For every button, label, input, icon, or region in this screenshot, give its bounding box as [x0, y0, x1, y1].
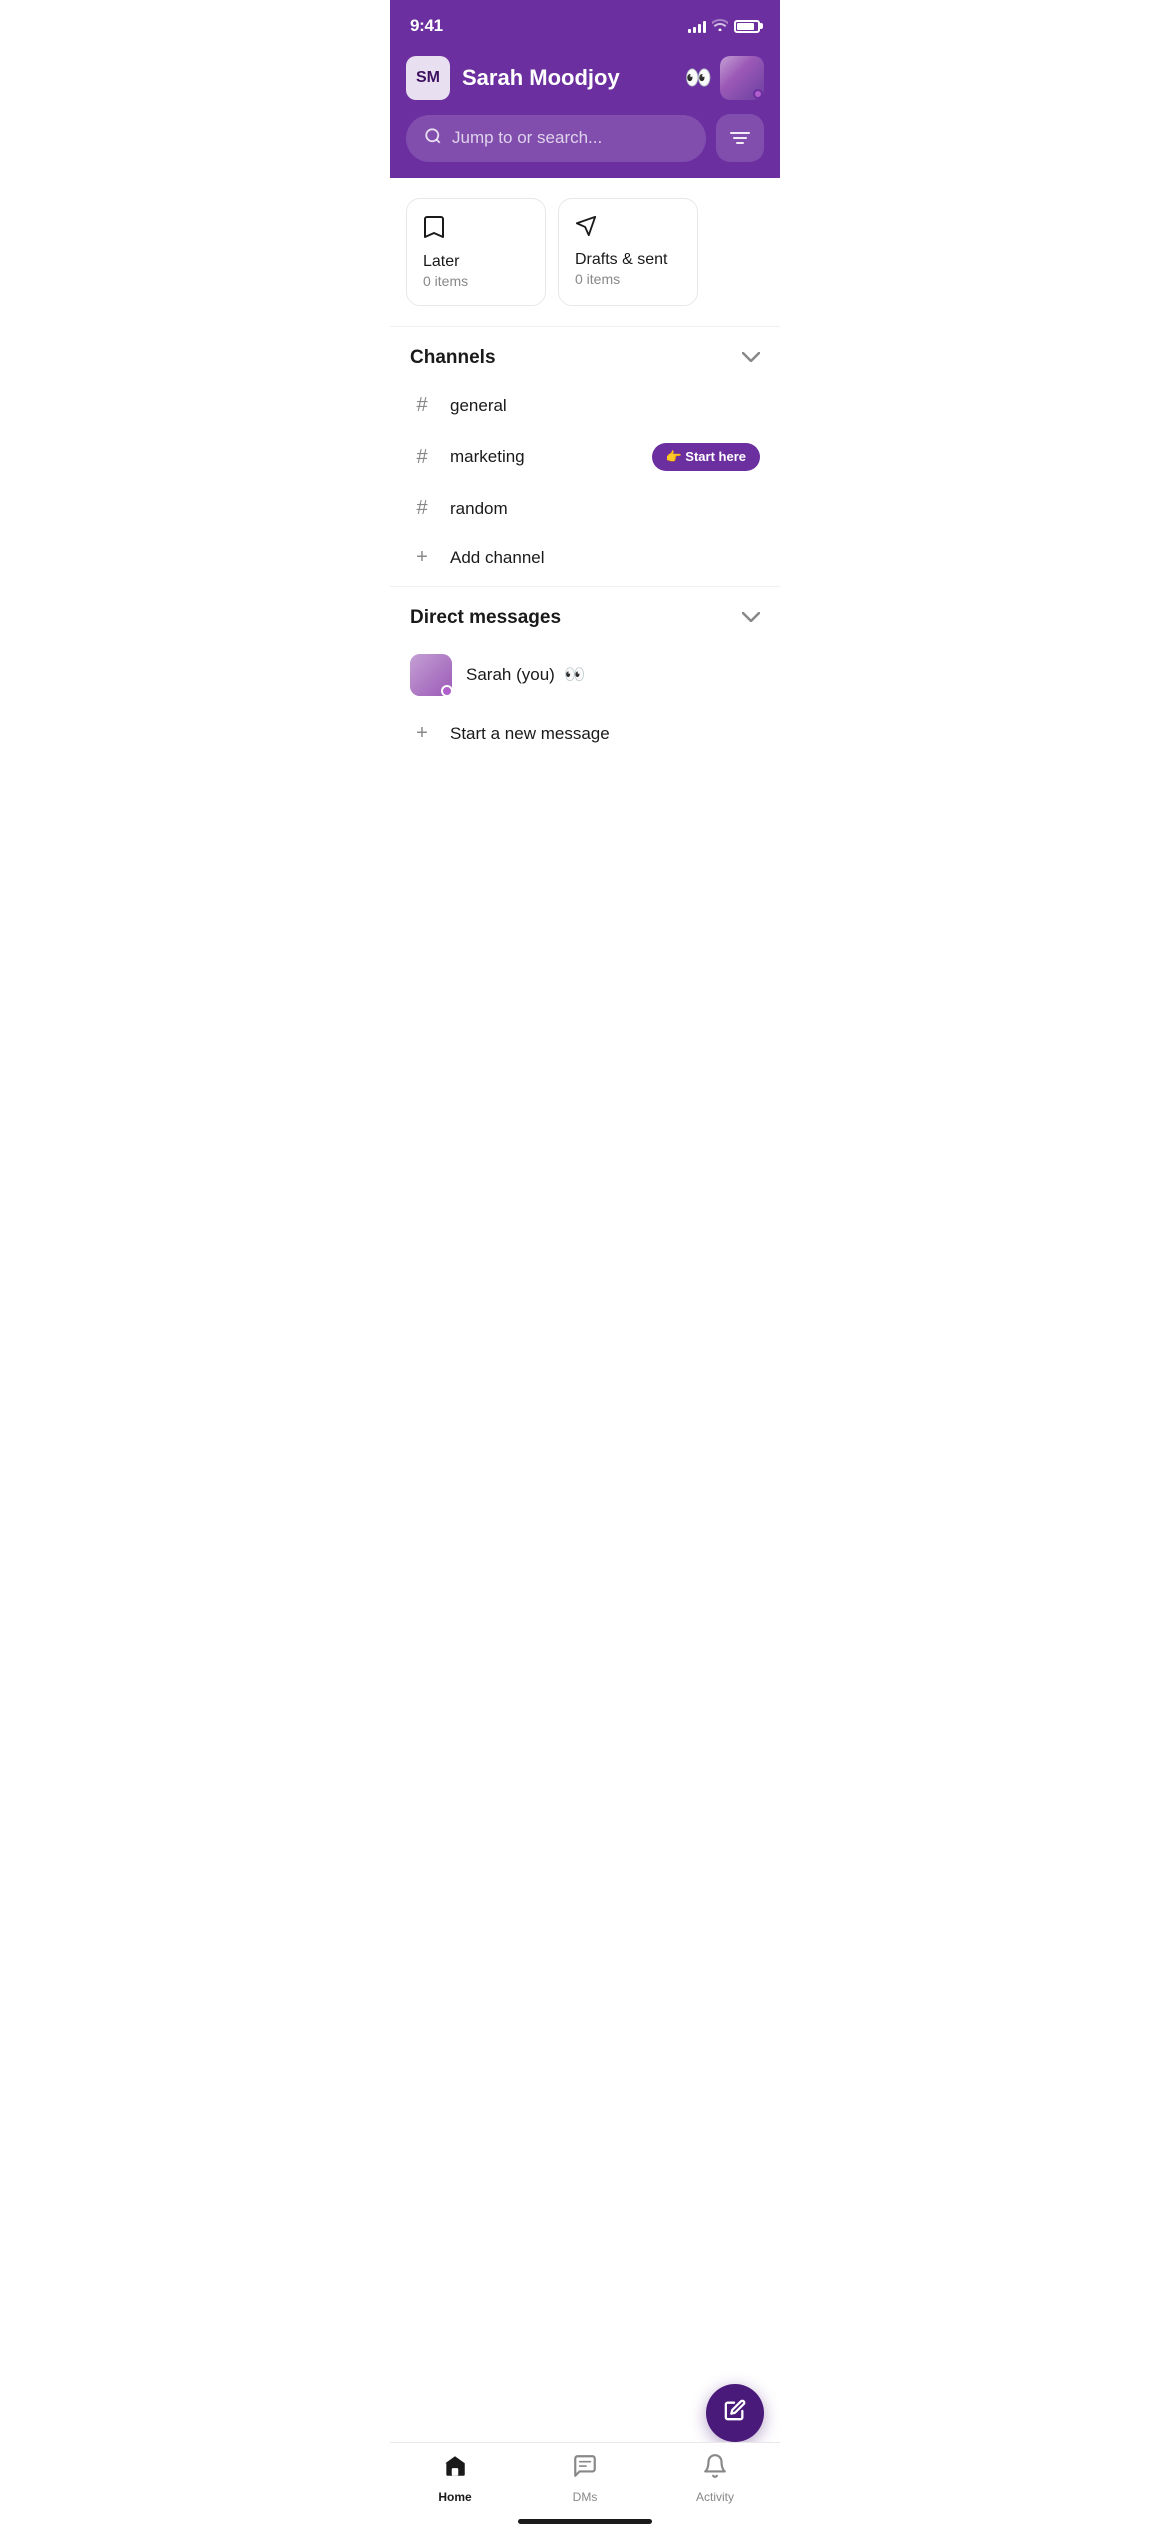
- plus-icon: +: [410, 546, 434, 569]
- compose-fab[interactable]: [706, 2384, 764, 2442]
- drafts-subtitle: 0 items: [575, 271, 681, 287]
- dm-name-sarah: Sarah (you) 👀: [466, 665, 585, 685]
- dm-item-sarah[interactable]: Sarah (you) 👀: [410, 641, 760, 709]
- dm-avatar-sarah: [410, 654, 452, 696]
- home-icon: [442, 2453, 468, 2486]
- user-avatar-initials[interactable]: SM: [406, 56, 450, 100]
- search-placeholder: Jump to or search...: [452, 128, 602, 148]
- header-left: SM Sarah Moodjoy: [406, 56, 620, 100]
- header-right: 👀: [685, 56, 764, 100]
- add-dm-item[interactable]: + Start a new message: [410, 709, 760, 758]
- dm-online-dot: [441, 685, 453, 697]
- dm-header[interactable]: Direct messages: [390, 591, 780, 641]
- status-bar: 9:41: [390, 0, 780, 48]
- hash-icon: #: [410, 394, 434, 417]
- compose-icon: [724, 2399, 746, 2427]
- dms-label: DMs: [573, 2490, 598, 2504]
- channel-item-random[interactable]: # random: [410, 484, 760, 533]
- channel-left: # marketing: [410, 446, 525, 469]
- status-icons: [688, 18, 760, 34]
- header: SM Sarah Moodjoy 👀 Jump to or search...: [390, 48, 780, 178]
- channels-chevron-icon: [742, 349, 760, 367]
- bookmark-icon: [423, 215, 529, 245]
- channel-left: # random: [410, 497, 508, 520]
- channel-list: # general # marketing 👉 Start here # ran…: [390, 381, 780, 582]
- home-indicator: [518, 2519, 652, 2524]
- nav-item-dms[interactable]: DMs: [550, 2453, 620, 2504]
- hash-icon: #: [410, 446, 434, 469]
- channel-name-general: general: [450, 396, 507, 416]
- filter-icon: [729, 130, 751, 146]
- channel-item-general[interactable]: # general: [410, 381, 760, 430]
- drafts-title: Drafts & sent: [575, 251, 681, 269]
- hash-icon: #: [410, 497, 434, 520]
- channel-name-marketing: marketing: [450, 447, 525, 467]
- channel-item-marketing[interactable]: # marketing 👉 Start here: [410, 430, 760, 484]
- search-container: Jump to or search...: [406, 114, 764, 162]
- later-subtitle: 0 items: [423, 273, 529, 289]
- main-content: Later 0 items Drafts & sent 0 items Chan…: [390, 178, 780, 2510]
- activity-label: Activity: [696, 2490, 734, 2504]
- nav-item-home[interactable]: Home: [420, 2453, 490, 2504]
- start-here-badge[interactable]: 👉 Start here: [652, 443, 761, 471]
- battery-icon: [734, 20, 760, 33]
- divider-1: [390, 326, 780, 327]
- online-dot: [753, 89, 763, 99]
- later-title: Later: [423, 253, 529, 271]
- dm-list: Sarah (you) 👀 + Start a new message: [390, 641, 780, 758]
- dms-icon: [572, 2453, 598, 2486]
- start-here-text: 👉 Start here: [666, 449, 747, 465]
- filter-button[interactable]: [716, 114, 764, 162]
- search-icon: [424, 127, 442, 150]
- channel-left: # general: [410, 394, 507, 417]
- status-time: 9:41: [410, 16, 443, 36]
- eyes-status-icon[interactable]: 👀: [685, 65, 712, 91]
- search-bar[interactable]: Jump to or search...: [406, 115, 706, 162]
- add-channel-item[interactable]: + Add channel: [410, 533, 760, 582]
- add-channel-label: Add channel: [450, 548, 545, 568]
- quick-actions: Later 0 items Drafts & sent 0 items: [390, 178, 780, 322]
- dm-title: Direct messages: [410, 607, 561, 629]
- dm-chevron-icon: [742, 609, 760, 627]
- drafts-sent-card[interactable]: Drafts & sent 0 items: [558, 198, 698, 306]
- signal-icon: [688, 19, 706, 33]
- send-icon: [575, 215, 681, 243]
- add-dm-label: Start a new message: [450, 724, 610, 744]
- channel-name-random: random: [450, 499, 508, 519]
- user-name: Sarah Moodjoy: [462, 65, 620, 91]
- user-profile-avatar[interactable]: [720, 56, 764, 100]
- channels-title: Channels: [410, 347, 496, 369]
- channels-header[interactable]: Channels: [390, 331, 780, 381]
- plus-icon: +: [410, 722, 434, 745]
- later-card[interactable]: Later 0 items: [406, 198, 546, 306]
- activity-icon: [702, 2453, 728, 2486]
- nav-item-activity[interactable]: Activity: [680, 2453, 750, 2504]
- home-label: Home: [438, 2490, 471, 2504]
- wifi-icon: [712, 18, 728, 34]
- divider-2: [390, 586, 780, 587]
